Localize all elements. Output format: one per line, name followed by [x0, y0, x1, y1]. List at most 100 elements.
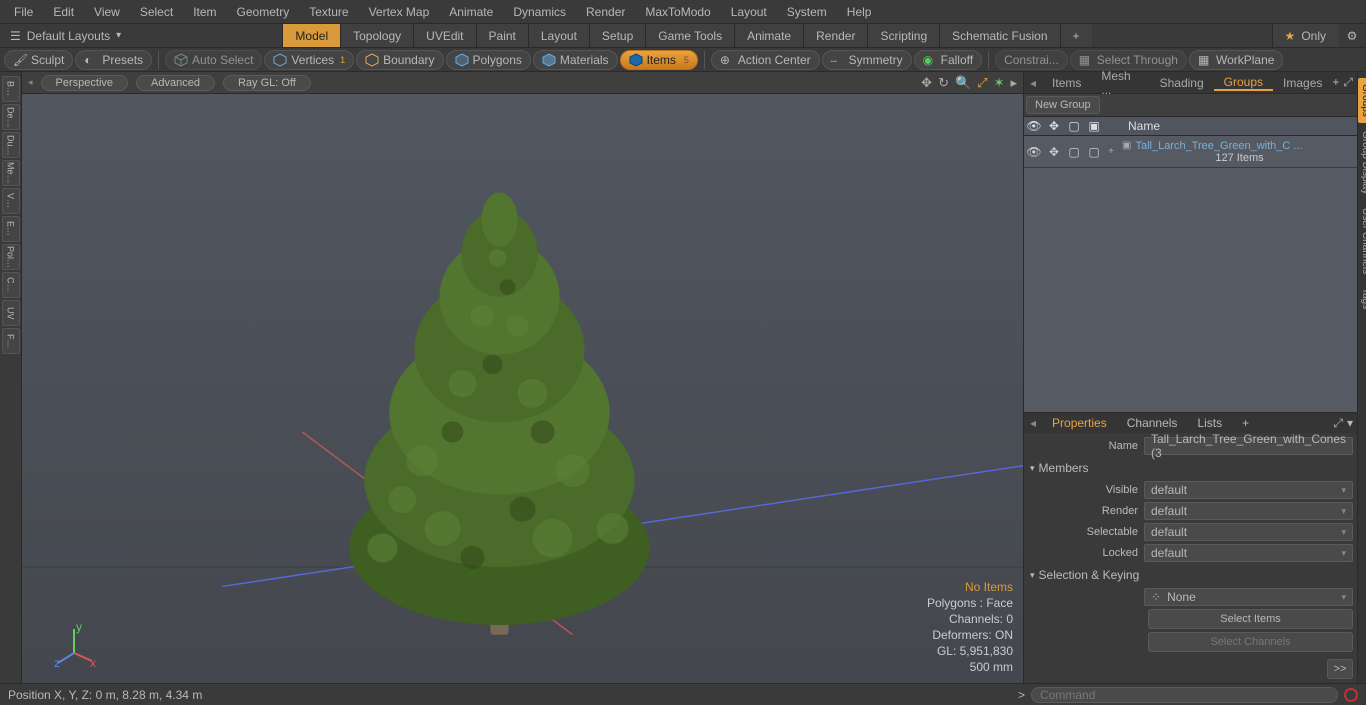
constraints-button[interactable]: Constrai... — [995, 50, 1068, 70]
vp-expand-icon[interactable]: ▸ — [1010, 75, 1017, 91]
axis-icon[interactable]: ✥ — [1044, 119, 1064, 133]
rt-max-icon[interactable]: ⤢ — [1343, 75, 1353, 90]
menu-system[interactable]: System — [777, 5, 837, 19]
group-row[interactable]: 👁 ✥ ▢ ▢ + ▣ Tall_Larch_Tree_Green_with_C… — [1024, 136, 1357, 168]
falloff-button[interactable]: ◉Falloff — [914, 50, 982, 70]
tab-groups[interactable]: Groups — [1214, 75, 1273, 91]
viewport-raygl-dropdown[interactable]: Ray GL: Off — [223, 75, 311, 91]
row-sel-icon[interactable]: ▢ — [1064, 145, 1084, 159]
keying-dropdown[interactable]: ⁘None▾ — [1144, 588, 1353, 606]
tab-uvedit[interactable]: UVEdit — [413, 24, 475, 47]
sel-icon[interactable]: ▢ — [1064, 119, 1084, 133]
lt-1[interactable]: De… — [2, 104, 20, 130]
autoselect-button[interactable]: Auto Select — [165, 50, 262, 70]
presets-button[interactable]: ◐Presets — [75, 50, 152, 70]
pt-lists[interactable]: Lists — [1187, 416, 1232, 430]
pt-max-icon[interactable]: ⤢ — [1333, 416, 1343, 431]
rotate-icon[interactable]: ↻ — [938, 75, 949, 91]
lt-6[interactable]: Pol… — [2, 244, 20, 270]
tab-model[interactable]: Model — [282, 24, 340, 47]
tab-setup[interactable]: Setup — [589, 24, 645, 47]
boundary-button[interactable]: Boundary — [356, 50, 443, 70]
tab-gametools[interactable]: Game Tools — [645, 24, 734, 47]
rst-userchannels[interactable]: User Channels — [1358, 202, 1366, 280]
viewport-shading-dropdown[interactable]: Advanced — [136, 75, 215, 91]
tab-animate[interactable]: Animate — [734, 24, 803, 47]
lt-4[interactable]: V… — [2, 188, 20, 214]
zoom-icon[interactable]: 🔍 — [955, 75, 971, 91]
lt-0[interactable]: B… — [2, 76, 20, 102]
sculpt-button[interactable]: 🖌Sculpt — [4, 50, 73, 70]
items-button[interactable]: Items5 — [620, 50, 698, 70]
menu-animate[interactable]: Animate — [439, 5, 503, 19]
tab-only[interactable]: ★ Only — [1272, 24, 1338, 47]
pt-properties[interactable]: Properties — [1042, 416, 1117, 430]
send-button[interactable]: >> — [1327, 659, 1353, 679]
command-input[interactable]: Command — [1031, 687, 1338, 703]
selectthrough-button[interactable]: ▦Select Through — [1070, 50, 1187, 70]
vertices-button[interactable]: Vertices1 — [264, 50, 354, 70]
menu-maxtomodo[interactable]: MaxToModo — [635, 5, 720, 19]
layout-gear-icon[interactable]: ⚙ — [1338, 24, 1366, 47]
rst-tags[interactable]: Tags — [1358, 282, 1366, 315]
render-dropdown[interactable]: default▾ — [1144, 502, 1353, 520]
lt-7[interactable]: C… — [2, 272, 20, 298]
pt-dd-icon[interactable]: ▾ — [1347, 416, 1353, 431]
tab-plus[interactable]: + — [1060, 24, 1092, 47]
lt-3[interactable]: Me… — [2, 160, 20, 186]
symmetry-button[interactable]: ⧿Symmetry — [822, 50, 912, 70]
lt-8[interactable]: UV — [2, 300, 20, 326]
menu-texture[interactable]: Texture — [299, 5, 358, 19]
groups-list-body[interactable] — [1024, 168, 1357, 412]
visible-dropdown[interactable]: default▾ — [1144, 481, 1353, 499]
new-group-button[interactable]: New Group — [1026, 96, 1100, 114]
pt-plus[interactable]: + — [1232, 416, 1259, 430]
layout-default-dropdown[interactable]: ☰ Default Layouts ▾ — [0, 29, 131, 43]
eye-icon[interactable]: 👁 — [1024, 119, 1044, 133]
row-axis-icon[interactable]: ✥ — [1044, 145, 1064, 159]
menu-edit[interactable]: Edit — [43, 5, 84, 19]
select-items-button[interactable]: Select Items — [1148, 609, 1353, 629]
viewport-3d[interactable]: No Items Polygons : Face Channels: 0 Def… — [22, 94, 1023, 683]
locked-dropdown[interactable]: default▾ — [1144, 544, 1353, 562]
rst-groups[interactable]: Groups — [1358, 78, 1366, 123]
selectable-dropdown[interactable]: default▾ — [1144, 523, 1353, 541]
actioncenter-button[interactable]: ⊕Action Center — [711, 50, 820, 70]
menu-view[interactable]: View — [84, 5, 130, 19]
tab-layout[interactable]: Layout — [528, 24, 589, 47]
tab-scripting[interactable]: Scripting — [867, 24, 939, 47]
pt-expand-icon[interactable]: ◂ — [1024, 416, 1042, 430]
select-channels-button[interactable]: Select Channels — [1148, 632, 1353, 652]
lt-9[interactable]: F… — [2, 328, 20, 354]
workplane-button[interactable]: ▦WorkPlane — [1189, 50, 1283, 70]
tab-mesh[interactable]: Mesh ... — [1091, 69, 1149, 97]
menu-select[interactable]: Select — [130, 5, 183, 19]
menu-layout[interactable]: Layout — [721, 5, 777, 19]
tab-topology[interactable]: Topology — [340, 24, 413, 47]
menu-item[interactable]: Item — [183, 5, 226, 19]
gear-icon[interactable]: ✶ — [994, 75, 1005, 91]
selkey-section[interactable]: ▾Selection & Keying — [1028, 565, 1353, 585]
lock-icon[interactable]: ▣ — [1084, 119, 1104, 133]
tab-shading[interactable]: Shading — [1150, 76, 1214, 90]
row-lock-icon[interactable]: ▢ — [1084, 145, 1104, 159]
row-expand-icon[interactable]: + — [1104, 146, 1118, 157]
materials-button[interactable]: Materials — [533, 50, 618, 70]
rt-plus-icon[interactable]: + — [1332, 75, 1339, 90]
menu-file[interactable]: File — [4, 5, 43, 19]
menu-geometry[interactable]: Geometry — [227, 5, 300, 19]
rst-groupdisplay[interactable]: Group Display — [1358, 125, 1366, 200]
tab-render[interactable]: Render — [803, 24, 867, 47]
tab-items[interactable]: Items — [1042, 76, 1091, 90]
menu-help[interactable]: Help — [837, 5, 882, 19]
tab-schematic[interactable]: Schematic Fusion — [939, 24, 1059, 47]
record-icon[interactable] — [1344, 688, 1358, 702]
row-eye-icon[interactable]: 👁 — [1024, 145, 1044, 159]
members-section[interactable]: ▾Members — [1028, 458, 1353, 478]
lt-5[interactable]: E… — [2, 216, 20, 242]
menu-dynamics[interactable]: Dynamics — [503, 5, 576, 19]
polygons-button[interactable]: Polygons — [446, 50, 531, 70]
tab-images[interactable]: Images — [1273, 76, 1332, 90]
pt-channels[interactable]: Channels — [1117, 416, 1188, 430]
move-icon[interactable]: ✥ — [921, 75, 932, 91]
